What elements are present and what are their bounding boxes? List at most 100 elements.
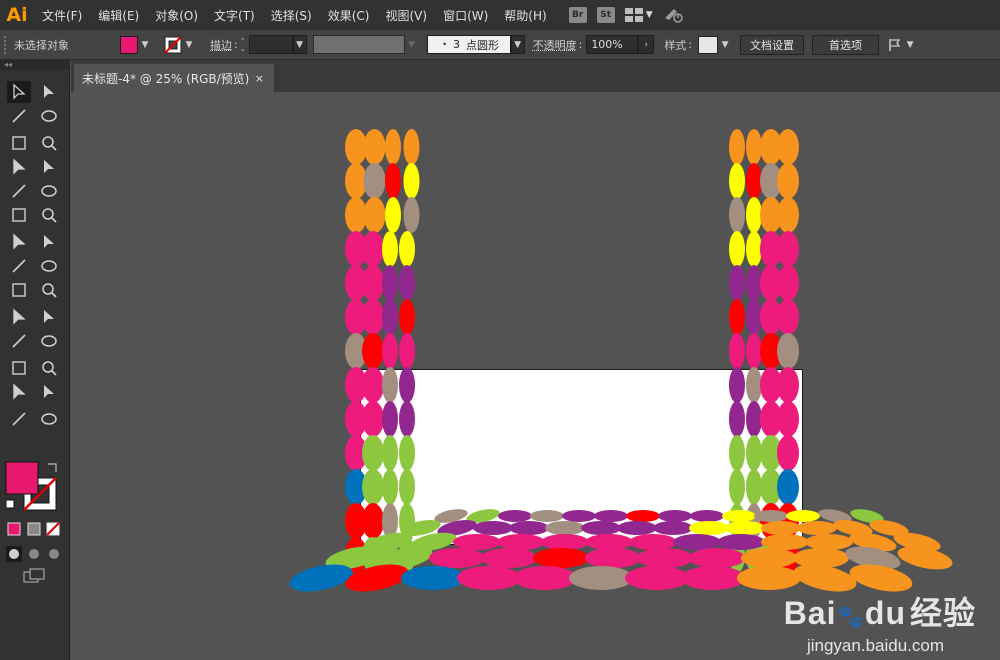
ellipse-dot[interactable] (382, 469, 398, 505)
ellipse-dot[interactable] (403, 197, 420, 233)
ellipse-dot[interactable] (362, 503, 384, 539)
ellipse-dot[interactable] (754, 510, 788, 522)
ellipse-dot[interactable] (793, 548, 849, 568)
pen-tool[interactable] (12, 136, 26, 150)
ellipse-dot[interactable] (385, 129, 401, 165)
ellipse-dot[interactable] (362, 469, 384, 505)
perspective-tool[interactable] (42, 283, 57, 298)
ellipse-dot[interactable] (399, 333, 415, 369)
ellipse-dot[interactable] (729, 231, 745, 267)
menu-item-3[interactable]: 文字(T) (206, 7, 263, 24)
ellipse-dot[interactable] (729, 129, 745, 165)
profile-dropdown-chevron-icon[interactable]: ▼ (405, 36, 419, 54)
ellipse-dot[interactable] (403, 163, 420, 199)
ellipse-dot[interactable] (562, 510, 596, 522)
shaper-tool[interactable] (12, 208, 26, 222)
ellipse-dot[interactable] (629, 534, 677, 550)
ellipse-dot[interactable] (363, 197, 386, 233)
ellipse-dot[interactable] (362, 299, 384, 335)
zoom-tool[interactable] (41, 413, 57, 425)
magic-wand-tool[interactable] (12, 109, 26, 123)
type-tool[interactable] (13, 158, 26, 175)
ellipse-dot[interactable] (690, 510, 724, 522)
ellipse-dot[interactable] (399, 401, 415, 437)
menu-item-4[interactable]: 选择(S) (263, 7, 320, 24)
ellipse-dot[interactable] (362, 435, 384, 471)
curvature-tool[interactable] (42, 136, 57, 151)
ellipse-dot[interactable] (498, 510, 532, 522)
stroke-none-swatch[interactable] (164, 35, 182, 54)
ellipse-dot[interactable] (382, 231, 398, 267)
ellipse-dot[interactable] (737, 566, 801, 590)
fill-color-swatch[interactable] (120, 35, 138, 54)
ellipse-tool[interactable] (12, 184, 26, 198)
ellipse-dot[interactable] (746, 367, 762, 403)
ellipse-dot[interactable] (729, 367, 745, 403)
fill-color-large[interactable] (5, 461, 39, 495)
ellipse-dot[interactable] (473, 521, 513, 535)
shape-builder-tool[interactable] (12, 283, 26, 297)
gradient-tool[interactable] (44, 310, 54, 323)
ellipse-dot[interactable] (385, 163, 401, 199)
ellipse-dot[interactable] (481, 548, 537, 568)
ellipse-dot[interactable] (746, 469, 762, 505)
ellipse-dot[interactable] (722, 510, 756, 522)
gpu-performance-icon[interactable] (663, 6, 685, 24)
ellipse-dot[interactable] (382, 299, 398, 335)
preferences-button[interactable]: 首选项 (812, 34, 880, 55)
stroke-label[interactable]: 描边 (210, 37, 232, 53)
direct-selection-tool[interactable] (44, 85, 54, 98)
ellipse-dot[interactable] (746, 163, 762, 199)
ellipse-dot[interactable] (777, 333, 799, 369)
ellipse-dot[interactable] (777, 469, 799, 505)
ellipse-dot[interactable] (717, 534, 765, 550)
selection-tool[interactable] (7, 81, 31, 103)
variable-width-profile[interactable] (312, 35, 405, 54)
ellipse-dot[interactable] (617, 521, 657, 535)
ellipse-dot[interactable] (746, 197, 762, 233)
stroke-dropdown-chevron-icon[interactable]: ▼ (182, 36, 196, 54)
opacity-chevron-right-icon[interactable]: › (638, 35, 655, 54)
ellipse-dot[interactable] (689, 521, 729, 535)
ellipse-dot[interactable] (741, 548, 797, 568)
ellipse-dot[interactable] (746, 401, 762, 437)
hand-tool[interactable] (12, 412, 26, 426)
ellipse-dot[interactable] (746, 129, 762, 165)
ellipse-dot[interactable] (509, 521, 549, 535)
stroke-weight-field[interactable] (248, 35, 293, 54)
ellipse-dot[interactable] (533, 548, 589, 568)
ellipse-dot[interactable] (382, 435, 398, 471)
ellipse-dot[interactable] (363, 163, 386, 199)
ellipse-dot[interactable] (626, 510, 660, 522)
free-transform-tool[interactable] (41, 260, 57, 272)
panel-menu-chevron-icon[interactable]: ▼ (903, 36, 917, 54)
workspace-layout-button[interactable]: ▼ (624, 8, 653, 22)
color-mode-buttons[interactable] (7, 522, 60, 536)
brush-dropdown[interactable]: ▼ (510, 35, 525, 54)
style-dropdown-chevron-icon[interactable]: ▼ (718, 36, 732, 54)
mesh-tool[interactable] (13, 308, 26, 325)
fill-dropdown-chevron-icon[interactable]: ▼ (138, 36, 152, 54)
ellipse-dot[interactable] (729, 469, 745, 505)
ellipse-dot[interactable] (746, 299, 762, 335)
control-bar-grip[interactable] (4, 35, 8, 54)
ellipse-dot[interactable] (653, 521, 693, 535)
artwork[interactable] (71, 92, 1000, 660)
fill-stroke-swatches[interactable] (5, 461, 57, 511)
ellipse-dot[interactable] (786, 510, 820, 522)
stroke-weight-stepper[interactable]: ⌃ ⌄ (240, 37, 246, 53)
stroke-weight-dropdown[interactable]: ▼ (292, 35, 307, 54)
ellipse-dot[interactable] (545, 521, 585, 535)
ellipse-dot[interactable] (382, 333, 398, 369)
ellipse-dot[interactable] (725, 521, 765, 535)
ellipse-dot[interactable] (777, 367, 799, 403)
opacity-field[interactable]: 100% (586, 35, 639, 54)
ellipse-dot[interactable] (805, 534, 853, 550)
close-tab-icon[interactable]: × (255, 72, 264, 85)
ellipse-dot[interactable] (777, 197, 799, 233)
ellipse-dot[interactable] (362, 367, 384, 403)
document-tab[interactable]: 未标题-4* @ 25% (RGB/预览) × (74, 64, 274, 92)
ellipse-dot[interactable] (729, 401, 745, 437)
ellipse-dot[interactable] (729, 333, 745, 369)
ellipse-dot[interactable] (457, 566, 521, 590)
